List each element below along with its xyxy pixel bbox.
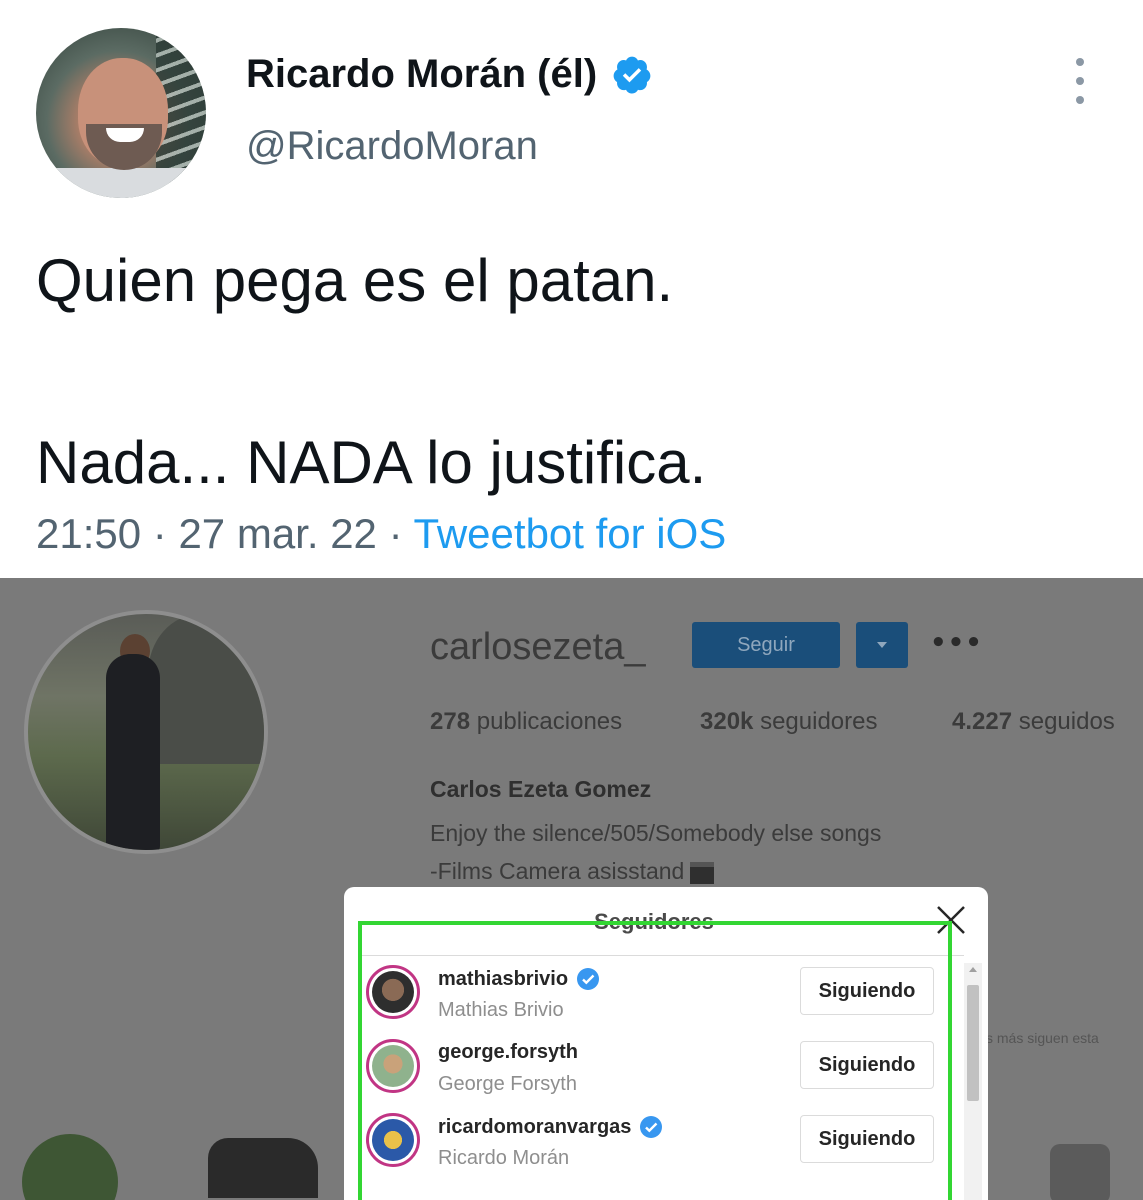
scroll-up-arrow-icon[interactable] <box>969 967 977 972</box>
ig-highlight[interactable] <box>1050 1144 1110 1200</box>
follower-row[interactable]: mathiasbrivio Mathias Brivio Siguiendo <box>366 965 946 1029</box>
follower-row[interactable]: george.forsyth George Forsyth Siguiendo <box>366 1039 946 1103</box>
meta-separator: · <box>388 510 403 557</box>
following-button[interactable]: Siguiendo <box>800 967 934 1015</box>
clapperboard-icon <box>690 861 715 884</box>
ig-posts-stat: 278 publicaciones <box>430 708 623 735</box>
verified-badge-icon <box>640 1116 663 1138</box>
author-avatar[interactable] <box>36 28 206 198</box>
follower-name: George Forsyth <box>438 1073 577 1095</box>
scrollbar-thumb[interactable] <box>967 985 979 1101</box>
tweet-source-link[interactable]: Tweetbot for iOS <box>414 510 727 557</box>
ig-bio: Enjoy the silence/505/Somebody else song… <box>430 814 881 890</box>
ig-highlight[interactable] <box>22 1134 118 1200</box>
tweet-time[interactable]: 21:50 <box>36 510 141 557</box>
ig-options-icon[interactable]: ••• <box>930 628 983 658</box>
follower-username[interactable]: ricardomoranvargas <box>438 1116 631 1139</box>
tweet-text-line: Nada... NADA lo justifica. <box>36 429 707 496</box>
follower-username[interactable]: mathiasbrivio <box>438 968 568 991</box>
more-options-icon[interactable] <box>1068 58 1092 104</box>
following-button[interactable]: Siguiendo <box>800 1115 934 1163</box>
tweet-text: Quien pega es el patan. Nada... NADA lo … <box>36 236 1096 508</box>
modal-scrollbar[interactable] <box>964 963 982 1200</box>
ig-username: carlosezeta_ <box>430 626 646 668</box>
ig-bio-line: -Films Camera asisstand <box>430 858 685 884</box>
follower-avatar[interactable] <box>366 1113 420 1167</box>
follower-name: Ricardo Morán <box>438 1147 570 1169</box>
tweet-text-line: Quien pega es el patan. <box>36 247 674 314</box>
ig-full-name: Carlos Ezeta Gomez <box>430 776 652 802</box>
meta-separator: · <box>152 510 167 557</box>
author-display-name[interactable]: Ricardo Morán (él) <box>246 52 597 97</box>
ig-highlight[interactable] <box>208 1138 318 1198</box>
following-button[interactable]: Siguiendo <box>800 1041 934 1089</box>
follower-username[interactable]: george.forsyth <box>438 1041 578 1064</box>
follower-row[interactable]: ricardomoranvargas Ricardo Morán Siguien… <box>366 1113 946 1177</box>
modal-title: Seguidores <box>594 909 714 934</box>
author-name-row: Ricardo Morán (él) <box>246 52 653 97</box>
ig-side-text: s más siguen esta <box>986 1030 1099 1046</box>
follower-avatar[interactable] <box>366 1039 420 1093</box>
follower-username-row[interactable]: ricardomoranvargas <box>438 1115 663 1139</box>
chevron-down-icon <box>877 642 887 648</box>
verified-badge-icon <box>577 968 600 990</box>
ig-bio-line: Enjoy the silence/505/Somebody else song… <box>430 820 882 846</box>
follower-name: Mathias Brivio <box>438 999 564 1021</box>
ig-following-stat[interactable]: 4.227 seguidos <box>952 708 1115 736</box>
tweet-date[interactable]: 27 mar. 22 <box>178 510 376 557</box>
follower-username-row[interactable]: mathiasbrivio <box>438 967 600 991</box>
follower-avatar[interactable] <box>366 965 420 1019</box>
followers-modal: Seguidores mathiasbrivio Mathias Brivio … <box>344 887 988 1200</box>
close-icon[interactable] <box>934 903 968 937</box>
verified-badge-icon <box>613 56 651 94</box>
tweet-meta: 21:50 · 27 mar. 22 · Tweetbot for iOS <box>36 510 726 558</box>
author-handle[interactable]: @RicardoMoran <box>246 124 538 169</box>
tweet: Ricardo Morán (él) @RicardoMoran Quien p… <box>0 0 1143 578</box>
embedded-instagram-screenshot: carlosezeta_ Seguir ••• 278 publicacione… <box>0 578 1143 1200</box>
modal-divider <box>360 955 964 956</box>
follower-username-row[interactable]: george.forsyth <box>438 1041 578 1064</box>
ig-follow-button[interactable]: Seguir <box>692 622 840 668</box>
ig-dropdown-button[interactable] <box>856 622 908 668</box>
ig-profile-picture <box>24 610 268 854</box>
ig-followers-stat[interactable]: 320k seguidores <box>700 708 877 736</box>
